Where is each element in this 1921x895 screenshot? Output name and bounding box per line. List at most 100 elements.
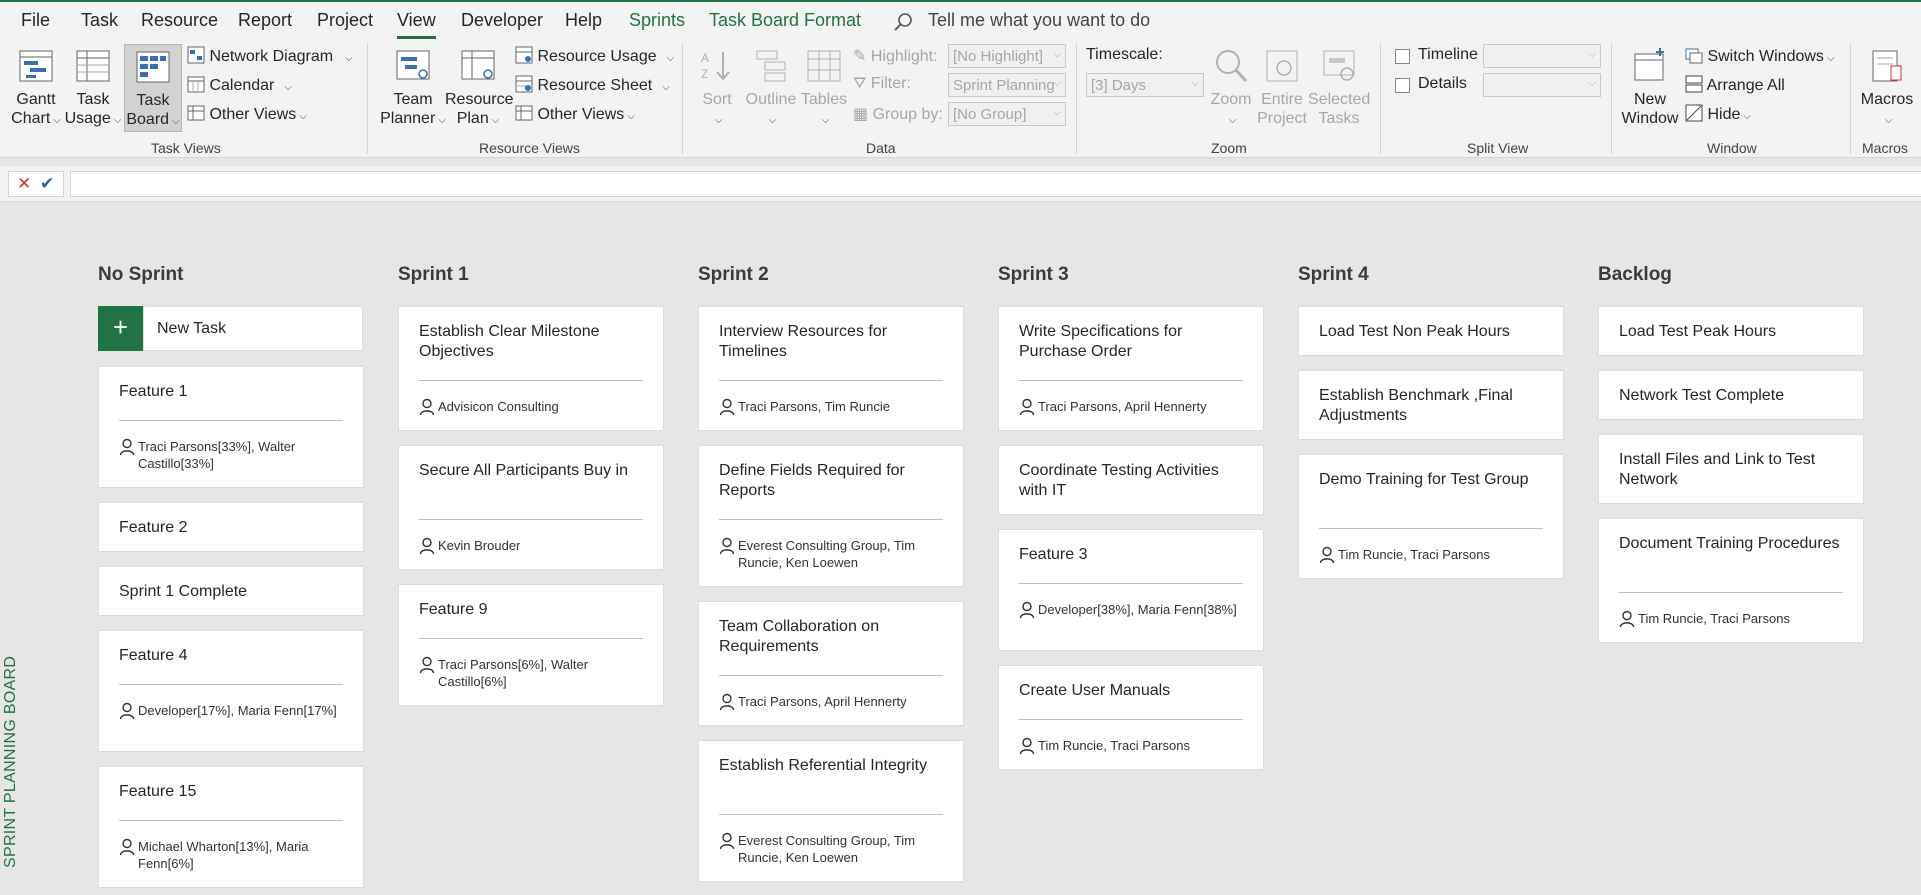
sort-button[interactable]: A Z Sort ⌵	[696, 48, 738, 130]
gantt-label-2: Chart	[11, 110, 51, 127]
tables-button[interactable]: Tables ⌵	[800, 48, 848, 130]
timescale-select[interactable]: [3] Days ⌵	[1086, 73, 1204, 97]
zoom-button[interactable]: Zoom ⌵	[1206, 48, 1256, 130]
task-board-button[interactable]: Task Board ⌵	[124, 44, 182, 132]
switch-windows-button[interactable]: Switch Windows ⌵	[1685, 46, 1835, 66]
network-diagram-button[interactable]: Network Diagram ⌵	[187, 46, 353, 66]
resource-usage-button[interactable]: Resource Usage ⌵	[515, 46, 674, 66]
task-card[interactable]: Define Fields Required for Reports Everes…	[698, 445, 964, 587]
task-card[interactable]: Write Specifications for Purchase Order T…	[998, 306, 1264, 431]
chevron-down-icon: ⌵	[1743, 111, 1751, 122]
task-usage-button[interactable]: Task Usage ⌵	[64, 48, 122, 130]
task-card[interactable]: Load Test Peak Hours	[1598, 306, 1864, 356]
group-label-task-views: Task Views	[151, 140, 221, 156]
person-icon	[719, 693, 735, 711]
tab-task[interactable]: Task	[81, 10, 118, 31]
chevron-down-icon: ⌵	[1053, 107, 1061, 118]
task-card[interactable]: Coordinate Testing Activities with IT	[998, 445, 1264, 515]
chevron-down-icon: ⌵	[345, 53, 353, 64]
tab-help[interactable]: Help	[565, 10, 602, 31]
tell-me-search[interactable]: Tell me what you want to do	[893, 10, 1150, 31]
team-planner-icon	[396, 50, 430, 80]
task-card-resources: Traci Parsons, April Hennerty	[719, 693, 945, 711]
filter-select[interactable]: Sprint Planning ⌵	[948, 73, 1066, 97]
outline-label: Outline	[745, 91, 797, 108]
task-card[interactable]: Sprint 1 Complete	[98, 566, 364, 616]
chevron-down-icon: ⌵	[1191, 78, 1199, 89]
highlight-select[interactable]: [No Highlight] ⌵	[948, 44, 1066, 68]
tab-developer[interactable]: Developer	[461, 10, 543, 31]
task-card[interactable]: Load Test Non Peak Hours	[1298, 306, 1564, 356]
entry-input[interactable]	[70, 171, 1921, 197]
task-card-resources: Developer[17%], Maria Fenn[17%]	[119, 702, 345, 720]
selected-tasks-label-2: Tasks	[1318, 110, 1360, 127]
group-separator	[682, 44, 683, 154]
highlight-icon: ✎	[853, 48, 867, 65]
tab-sprints[interactable]: Sprints	[629, 10, 685, 31]
task-card-title: Feature 1	[119, 383, 188, 400]
cancel-icon[interactable]: ✕	[17, 174, 31, 194]
task-card-title: Create User Manuals	[1019, 682, 1171, 699]
card-divider	[419, 519, 643, 520]
new-task-button[interactable]: New Task	[143, 306, 363, 351]
chevron-down-icon: ⌵	[113, 115, 122, 126]
task-card[interactable]: Feature 4 Developer[17%], Maria Fenn[17%]	[98, 630, 364, 752]
task-card[interactable]: Create User Manuals Tim Runcie, Traci Par…	[998, 665, 1264, 770]
team-planner-button[interactable]: Team Planner ⌵	[378, 48, 448, 130]
details-select[interactable]: ⌵	[1483, 73, 1601, 97]
new-task-plus-button[interactable]: +	[98, 306, 143, 351]
person-icon	[1019, 601, 1035, 619]
chevron-down-icon: ⌵	[299, 111, 307, 122]
resource-names: Everest Consulting Group, Tim Runcie, Ke…	[738, 833, 916, 865]
task-card[interactable]: Feature 1 Traci Parsons[33%], Walter Cast…	[98, 366, 364, 488]
task-card[interactable]: Feature 9 Traci Parsons[6%], Walter Casti…	[398, 584, 664, 706]
timeline-checkbox[interactable]	[1395, 49, 1410, 64]
task-card[interactable]: Team Collaboration on Requirements Traci …	[698, 601, 964, 726]
group-label-split-view: Split View	[1467, 140, 1529, 156]
chevron-down-icon: ⌵	[1228, 115, 1237, 126]
entire-project-button[interactable]: Entire Project	[1256, 48, 1308, 128]
new-window-button[interactable]: New Window	[1620, 48, 1680, 128]
task-card[interactable]: Install Files and Link to Test Network	[1598, 434, 1864, 504]
task-card[interactable]: Establish Referential Integrity Everest C…	[698, 740, 964, 882]
tab-file[interactable]: File	[21, 10, 50, 31]
groupby-select[interactable]: [No Group] ⌵	[948, 102, 1066, 126]
resource-plan-button[interactable]: Resource Plan ⌵	[445, 48, 513, 130]
task-card[interactable]: Feature 3 Developer[38%], Maria Fenn[38%]	[998, 529, 1264, 651]
new-window-label-1: New	[1633, 91, 1666, 108]
details-checkbox[interactable]	[1395, 78, 1410, 93]
arrange-all-button[interactable]: Arrange All	[1685, 75, 1785, 95]
chevron-down-icon: ⌵	[666, 53, 675, 64]
selected-tasks-button[interactable]: Selected Tasks	[1308, 48, 1370, 128]
confirm-icon[interactable]: ✔	[40, 174, 54, 194]
task-card[interactable]: Secure All Participants Buy in Kevin Brou…	[398, 445, 664, 570]
tab-task-board-format[interactable]: Task Board Format	[709, 10, 861, 31]
task-card[interactable]: Establish Clear Milestone Objectives Advi…	[398, 306, 664, 431]
other-resource-views-button[interactable]: Other Views ⌵	[515, 104, 635, 124]
details-label: Details	[1418, 75, 1467, 92]
task-card[interactable]: Document Training Procedures Tim Runcie, …	[1598, 518, 1864, 643]
hide-button[interactable]: Hide ⌵	[1685, 104, 1751, 124]
tab-resource[interactable]: Resource	[141, 10, 218, 31]
calendar-button[interactable]: Calendar ⌵	[187, 75, 292, 95]
timeline-select[interactable]: ⌵	[1483, 44, 1601, 68]
tab-view[interactable]: View	[397, 10, 436, 39]
resource-names: Traci Parsons, April Hennerty	[1038, 399, 1207, 414]
task-card-resources: Developer[38%], Maria Fenn[38%]	[1019, 601, 1245, 619]
task-card-title: Install Files and Link to Test Network	[1619, 451, 1816, 488]
task-card[interactable]: Network Test Complete	[1598, 370, 1864, 420]
macros-button[interactable]: Macros ⌵	[1858, 48, 1916, 130]
task-card[interactable]: Interview Resources for Timelines Traci P…	[698, 306, 964, 431]
tab-project[interactable]: Project	[317, 10, 373, 31]
card-divider	[1019, 719, 1243, 720]
tab-report[interactable]: Report	[238, 10, 292, 31]
other-task-views-button[interactable]: Other Views ⌵	[187, 104, 307, 124]
outline-button[interactable]: Outline ⌵	[744, 48, 798, 130]
task-card[interactable]: Feature 2	[98, 502, 364, 552]
resource-sheet-button[interactable]: Resource Sheet ⌵	[515, 75, 670, 95]
gantt-chart-button[interactable]: Gantt Chart ⌵	[8, 48, 64, 130]
task-card[interactable]: Feature 15 Michael Wharton[13%], Maria Fe…	[98, 766, 364, 888]
task-card[interactable]: Establish Benchmark ,Final Adjustments	[1298, 370, 1564, 440]
task-card[interactable]: Demo Training for Test Group Tim Runcie, …	[1298, 454, 1564, 579]
person-icon	[1619, 610, 1635, 628]
